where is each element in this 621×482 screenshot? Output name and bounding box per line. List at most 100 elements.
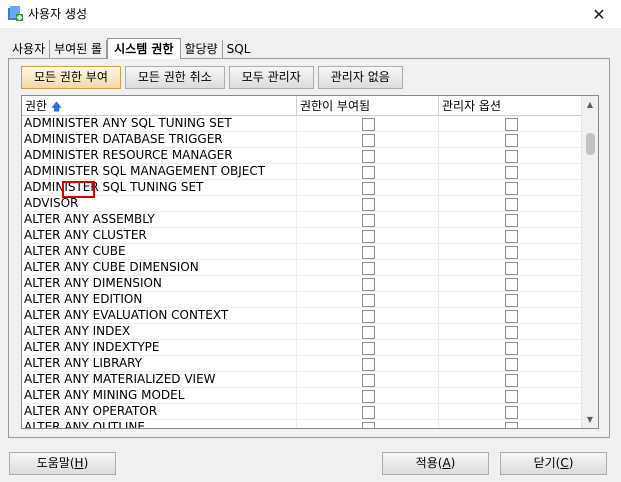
table-row[interactable]: ADMINISTER SQL TUNING SET	[22, 180, 582, 196]
no-admin-button[interactable]: 관리자 없음	[317, 66, 403, 89]
admin-option-checkbox[interactable]	[505, 277, 518, 291]
table-row[interactable]: ALTER ANY MATERIALIZED VIEW	[22, 372, 582, 388]
granted-checkbox[interactable]	[362, 389, 375, 403]
privilege-grid: 권한 🡅 권한이 부여됨 관리자 옵션 ADMINISTER ANY SQL T…	[21, 95, 599, 429]
admin-option-cell	[439, 132, 582, 148]
table-row[interactable]: ALTER ANY OPERATOR	[22, 404, 582, 420]
admin-option-checkbox[interactable]	[505, 149, 518, 163]
admin-option-checkbox[interactable]	[505, 197, 518, 211]
granted-checkbox[interactable]	[362, 149, 375, 163]
privilege-name: ALTER ANY LIBRARY	[22, 356, 297, 372]
granted-checkbox[interactable]	[362, 117, 375, 131]
granted-checkbox[interactable]	[362, 405, 375, 419]
granted-cell	[297, 356, 439, 372]
table-row[interactable]: ADMINISTER SQL MANAGEMENT OBJECT	[22, 164, 582, 180]
granted-checkbox[interactable]	[362, 357, 375, 371]
table-row[interactable]: ALTER ANY DIMENSION	[22, 276, 582, 292]
granted-cell	[297, 116, 439, 132]
admin-option-checkbox[interactable]	[505, 309, 518, 323]
table-row[interactable]: ALTER ANY CUBE DIMENSION	[22, 260, 582, 276]
tab-user[interactable]: 사용자	[8, 40, 51, 58]
table-row[interactable]: ALTER ANY INDEX	[22, 324, 582, 340]
admin-option-checkbox[interactable]	[505, 133, 518, 147]
vertical-scrollbar[interactable]: ▲ ▼	[581, 96, 598, 428]
admin-option-checkbox[interactable]	[505, 341, 518, 355]
granted-checkbox[interactable]	[362, 165, 375, 179]
granted-cell	[297, 308, 439, 324]
all-admin-button[interactable]: 모두 관리자	[228, 66, 314, 89]
admin-option-cell	[439, 228, 582, 244]
admin-option-checkbox[interactable]	[505, 325, 518, 339]
header-privilege-label: 권한	[25, 99, 48, 113]
admin-option-checkbox[interactable]	[505, 213, 518, 227]
scroll-thumb[interactable]	[586, 133, 595, 155]
scroll-down-icon[interactable]: ▼	[582, 411, 598, 428]
granted-checkbox[interactable]	[362, 341, 375, 355]
granted-checkbox[interactable]	[362, 309, 375, 323]
close-button[interactable]: 닫기(C)	[500, 452, 607, 475]
granted-cell	[297, 260, 439, 276]
table-row[interactable]: ADMINISTER ANY SQL TUNING SET	[22, 116, 582, 132]
table-row[interactable]: ALTER ANY CUBE	[22, 244, 582, 260]
tab-granted-roles[interactable]: 부여된 롤	[50, 40, 108, 58]
admin-option-cell	[439, 356, 582, 372]
granted-checkbox[interactable]	[362, 181, 375, 195]
granted-checkbox[interactable]	[362, 325, 375, 339]
tab-quota[interactable]: 할당량	[181, 40, 223, 58]
admin-option-checkbox[interactable]	[505, 373, 518, 387]
table-row[interactable]: ALTER ANY INDEXTYPE	[22, 340, 582, 356]
granted-checkbox[interactable]	[362, 293, 375, 307]
table-row[interactable]: ALTER ANY MINING MODEL	[22, 388, 582, 404]
admin-option-checkbox[interactable]	[505, 117, 518, 131]
tab-sql[interactable]: SQL	[223, 40, 255, 58]
close-window-button[interactable]: ✕	[577, 0, 621, 28]
admin-option-cell	[439, 116, 582, 132]
granted-checkbox[interactable]	[362, 229, 375, 243]
admin-option-checkbox[interactable]	[505, 405, 518, 419]
table-row[interactable]: ALTER ANY EDITION	[22, 292, 582, 308]
table-row[interactable]: ALTER ANY EVALUATION CONTEXT	[22, 308, 582, 324]
admin-option-checkbox[interactable]	[505, 261, 518, 275]
admin-option-checkbox[interactable]	[505, 389, 518, 403]
granted-cell	[297, 228, 439, 244]
table-row[interactable]: ALTER ANY ASSEMBLY	[22, 212, 582, 228]
granted-checkbox[interactable]	[362, 421, 375, 428]
granted-checkbox[interactable]	[362, 245, 375, 259]
admin-option-checkbox[interactable]	[505, 229, 518, 243]
privilege-name: ALTER ANY ASSEMBLY	[22, 212, 297, 228]
scroll-up-icon[interactable]: ▲	[582, 96, 598, 113]
admin-option-checkbox[interactable]	[505, 357, 518, 371]
granted-checkbox[interactable]	[362, 213, 375, 227]
table-row[interactable]: ADMINISTER DATABASE TRIGGER	[22, 132, 582, 148]
table-row[interactable]: ALTER ANY CLUSTER	[22, 228, 582, 244]
granted-checkbox[interactable]	[362, 261, 375, 275]
granted-checkbox[interactable]	[362, 133, 375, 147]
admin-option-cell	[439, 260, 582, 276]
privilege-name: ALTER ANY EVALUATION CONTEXT	[22, 308, 297, 324]
admin-option-checkbox[interactable]	[505, 421, 518, 428]
table-row[interactable]: ADMINISTER RESOURCE MANAGER	[22, 148, 582, 164]
tab-system-privileges[interactable]: 시스템 권한	[107, 38, 181, 59]
admin-option-cell	[439, 196, 582, 212]
apply-button[interactable]: 적용(A)	[382, 452, 489, 475]
table-row[interactable]: ALTER ANY LIBRARY	[22, 356, 582, 372]
header-privilege[interactable]: 권한 🡅	[22, 96, 297, 116]
admin-option-cell	[439, 420, 582, 428]
granted-checkbox[interactable]	[362, 373, 375, 387]
granted-cell	[297, 388, 439, 404]
admin-option-checkbox[interactable]	[505, 165, 518, 179]
granted-checkbox[interactable]	[362, 197, 375, 211]
header-granted[interactable]: 권한이 부여됨	[297, 96, 439, 116]
admin-option-checkbox[interactable]	[505, 293, 518, 307]
table-row[interactable]: ADVISOR	[22, 196, 582, 212]
privilege-toolbar: 모든 권한 부여 모든 권한 취소 모두 관리자 관리자 없음	[21, 66, 403, 89]
header-admin-option[interactable]: 관리자 옵션	[439, 96, 582, 116]
granted-checkbox[interactable]	[362, 277, 375, 291]
grant-all-button[interactable]: 모든 권한 부여	[21, 66, 121, 89]
admin-option-checkbox[interactable]	[505, 245, 518, 259]
revoke-all-button[interactable]: 모든 권한 취소	[124, 66, 225, 89]
help-button[interactable]: 도움말(H)	[9, 452, 116, 475]
table-row[interactable]: ALTER ANY OUTLINE	[22, 420, 582, 428]
admin-option-checkbox[interactable]	[505, 181, 518, 195]
system-privileges-panel: 모든 권한 부여 모든 권한 취소 모두 관리자 관리자 없음 권한 🡅 권한이…	[8, 58, 610, 438]
